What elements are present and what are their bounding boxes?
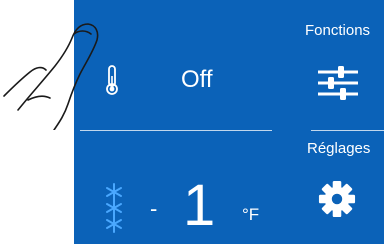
temperature-unit: °F [242,205,260,224]
snowflake-icon [106,183,122,233]
temperature-sign: - [150,196,158,221]
divider-left [80,130,272,131]
pointing-finger-icon [3,23,99,130]
temperature-value[interactable]: 1 [183,176,215,236]
divider-right [311,130,384,131]
heater-status-label[interactable]: Off [181,66,213,94]
settings-label[interactable]: Réglages [307,140,370,157]
functions-label[interactable]: Fonctions [305,22,370,39]
sliders-icon[interactable] [316,63,360,103]
gear-icon[interactable] [318,180,356,218]
